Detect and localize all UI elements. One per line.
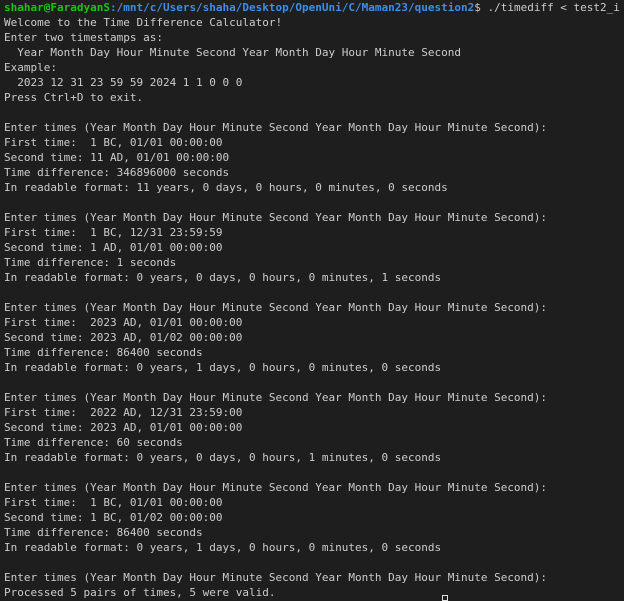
terminal-window[interactable]: shahar@FaradyanS:/mnt/c/Users/shaha/Desk… <box>0 0 624 600</box>
output-line: Time difference: 86400 seconds <box>4 346 203 359</box>
output-line: First time: 1 BC, 12/31 23:59:59 <box>4 226 223 239</box>
output-line: Enter times (Year Month Day Hour Minute … <box>4 481 548 494</box>
output-line: First time: 2023 AD, 01/01 00:00:00 <box>4 316 243 329</box>
output-line: Second time: 2023 AD, 01/02 00:00:00 <box>4 331 243 344</box>
output-line: Second time: 2023 AD, 01/01 00:00:00 <box>4 421 243 434</box>
prompt-path: :/mnt/c/Users/shaha/Desktop/OpenUni/C/Ma… <box>109 1 475 14</box>
output-line: Welcome to the Time Difference Calculato… <box>4 16 283 29</box>
output-line: Time difference: 86400 seconds <box>4 526 203 539</box>
shell-prompt-line: shahar@FaradyanS:/mnt/c/Users/shaha/Desk… <box>4 0 620 15</box>
output-line: Time difference: 346896000 seconds <box>4 166 230 179</box>
output-line: Second time: 1 BC, 01/02 00:00:00 <box>4 511 223 524</box>
prompt-command: $ ./timediff < test2_input.txt <box>474 1 620 14</box>
output-line: In readable format: 0 years, 1 days, 0 h… <box>4 361 442 374</box>
output-line: Enter times (Year Month Day Hour Minute … <box>4 121 548 134</box>
output-line: In readable format: 0 years, 1 days, 0 h… <box>4 541 442 554</box>
output-line: Year Month Day Hour Minute Second Year M… <box>4 46 461 59</box>
output-line: Enter times (Year Month Day Hour Minute … <box>4 211 548 224</box>
output-line: First time: 2022 AD, 12/31 23:59:00 <box>4 406 243 419</box>
output-line: Second time: 11 AD, 01/01 00:00:00 <box>4 151 230 164</box>
output-line: In readable format: 11 years, 0 days, 0 … <box>4 181 448 194</box>
output-line: First time: 1 BC, 01/01 00:00:00 <box>4 136 223 149</box>
output-line: Time difference: 1 seconds <box>4 256 177 269</box>
output-line: In readable format: 0 years, 0 days, 0 h… <box>4 451 442 464</box>
output-line: First time: 1 BC, 01/01 00:00:00 <box>4 496 223 509</box>
output-line: Enter two timestamps as: <box>4 31 163 44</box>
output-line: Example: <box>4 61 57 74</box>
mouse-cursor-icon <box>442 595 448 601</box>
output-line: Press Ctrl+D to exit. <box>4 91 144 104</box>
output-line: Enter times (Year Month Day Hour Minute … <box>4 571 548 584</box>
output-line: Time difference: 60 seconds <box>4 436 183 449</box>
output-line: Enter times (Year Month Day Hour Minute … <box>4 301 548 314</box>
output-line: Second time: 1 AD, 01/01 00:00:00 <box>4 241 223 254</box>
output-line: 2023 12 31 23 59 59 2024 1 1 0 0 0 <box>4 76 243 89</box>
prompt-user-host: shahar@FaradyanS <box>4 1 110 14</box>
output-line: Processed 5 pairs of times, 5 were valid… <box>4 586 276 599</box>
output-line: Enter times (Year Month Day Hour Minute … <box>4 391 548 404</box>
terminal-output: Welcome to the Time Difference Calculato… <box>4 15 620 600</box>
output-line: In readable format: 0 years, 0 days, 0 h… <box>4 271 442 284</box>
